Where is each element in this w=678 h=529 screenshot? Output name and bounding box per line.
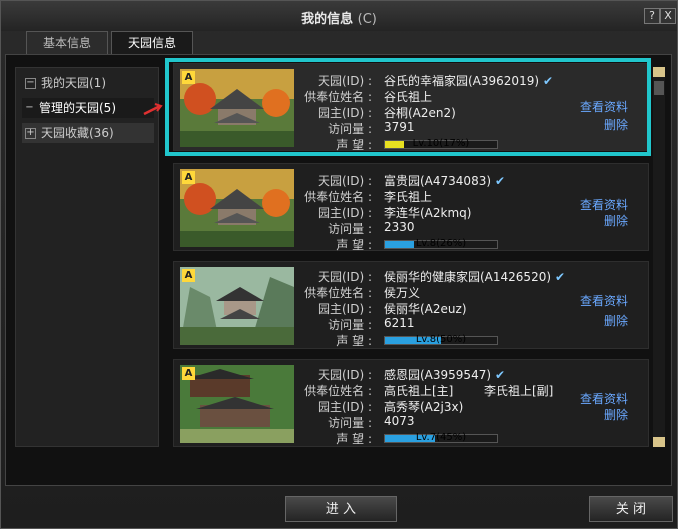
scroll-thumb[interactable] (654, 81, 664, 95)
label-shrine-name: 供奉位姓名 : (304, 384, 372, 398)
verified-check-icon: ✔ (495, 368, 506, 382)
label-shrine-name: 供奉位姓名 : (304, 190, 372, 204)
enter-button[interactable]: 进 入 (285, 496, 397, 522)
tab-garden-info[interactable]: 天园信息 (111, 31, 193, 56)
owner-name: 李连华(A2kmq) (384, 206, 472, 220)
label-fame: 声 望 : (336, 238, 372, 252)
pavilion-image (180, 169, 294, 247)
label-visits: 访问量 : (328, 416, 372, 430)
scroll-down-icon[interactable] (653, 437, 665, 447)
label-garden-id: 天园(ID) : (317, 174, 372, 188)
collapse-icon[interactable]: − (25, 78, 36, 89)
shrine-name-secondary: 李氏祖上[副] (484, 384, 554, 398)
label-owner-id: 园主(ID) : (317, 206, 372, 220)
shrine-name: 侯万义 (384, 286, 421, 300)
grade-badge: A (182, 367, 195, 380)
scroll-up-icon[interactable] (653, 67, 665, 77)
tree-item-managed-garden[interactable]: − 管理的天园(5) (22, 98, 154, 118)
label-visits: 访问量 : (328, 318, 372, 332)
grade-badge: A (182, 269, 195, 282)
label-owner-id: 园主(ID) : (317, 302, 372, 316)
fame-bar: Lv.8(26%) (384, 238, 498, 249)
view-details-link[interactable]: 查看资料 (580, 196, 628, 213)
grade-badge: A (182, 171, 195, 184)
owner-name: 高秀琴(A2j3x) (384, 400, 464, 414)
garden-name: 侯丽华的健康家园(A1426520) ✔ (384, 270, 566, 284)
garden-tree: − 我的天园(1) − 管理的天园(5) + 天园收藏(36) (15, 67, 159, 447)
label-fame: 声 望 : (336, 334, 372, 348)
garden-card[interactable]: A 天园(ID) : 富贵园(A4734083) ✔ 供奉位姓名 : 李氏祖上 园… (173, 163, 649, 252)
view-details-link[interactable]: 查看资料 (580, 390, 628, 407)
window-title: 我的信息 (C) (301, 12, 377, 27)
visit-count: 2330 (384, 220, 415, 234)
visit-count: 6211 (384, 316, 415, 330)
garden-thumbnail[interactable]: A (180, 267, 294, 345)
tree-item-my-garden[interactable]: − 我的天园(1) (22, 73, 154, 93)
expand-icon[interactable]: + (25, 128, 36, 139)
list-scrollbar[interactable] (653, 67, 665, 447)
delete-link[interactable]: 删除 (604, 406, 628, 423)
delete-link[interactable]: 删除 (604, 312, 628, 329)
shrine-name-main: 高氏祖上[主] (384, 384, 454, 398)
label-garden-id: 天园(ID) : (317, 368, 372, 382)
view-details-link[interactable]: 查看资料 (580, 292, 628, 309)
label-garden-id: 天园(ID) : (317, 270, 372, 284)
selected-card-highlight (165, 58, 651, 156)
garden-card[interactable]: A 天园(ID) : 感恩园(A3959547) ✔ 供奉位姓名 : 高氏祖上[主… (173, 359, 649, 447)
fame-bar: Lv.7(45%) (384, 432, 498, 443)
garden-thumbnail[interactable]: A (180, 365, 294, 443)
label-fame: 声 望 : (336, 432, 372, 446)
fame-bar: Lv.8(50%) (384, 334, 498, 345)
garden-card[interactable]: A 天园(ID) : 侯丽华的健康家园(A1426520) ✔ 供奉位姓名 : 侯… (173, 261, 649, 349)
close-button[interactable]: 关 闭 (589, 496, 673, 522)
close-icon[interactable]: X (660, 8, 676, 24)
label-visits: 访问量 : (328, 222, 372, 236)
garden-name: 富贵园(A4734083) ✔ (384, 174, 506, 188)
label-shrine-name: 供奉位姓名 : (304, 286, 372, 300)
verified-check-icon: ✔ (495, 174, 506, 188)
collapse-icon[interactable]: − (25, 103, 34, 113)
delete-link[interactable]: 删除 (604, 212, 628, 229)
owner-name: 侯丽华(A2euz) (384, 302, 467, 316)
garden-thumbnail[interactable]: A (180, 169, 294, 247)
shrine-name: 李氏祖上 (384, 190, 433, 204)
verified-check-icon: ✔ (555, 270, 566, 284)
help-button[interactable]: ? (644, 8, 660, 24)
title-bar[interactable]: 我的信息 (C) ? X (1, 1, 677, 31)
courtyard-image (180, 365, 294, 443)
visit-count: 4073 (384, 414, 415, 428)
garden-name: 感恩园(A3959547) ✔ (384, 368, 506, 382)
my-info-window: 我的信息 (C) ? X 基本信息 天园信息 − 我的天园(1) − 管理的天园(5… (0, 0, 678, 529)
label-owner-id: 园主(ID) : (317, 400, 372, 414)
tab-basic-info[interactable]: 基本信息 (26, 31, 108, 54)
red-arrow-icon (143, 103, 163, 116)
tree-item-favorites[interactable]: + 天园收藏(36) (22, 123, 154, 143)
mountain-temple-image (180, 267, 294, 345)
